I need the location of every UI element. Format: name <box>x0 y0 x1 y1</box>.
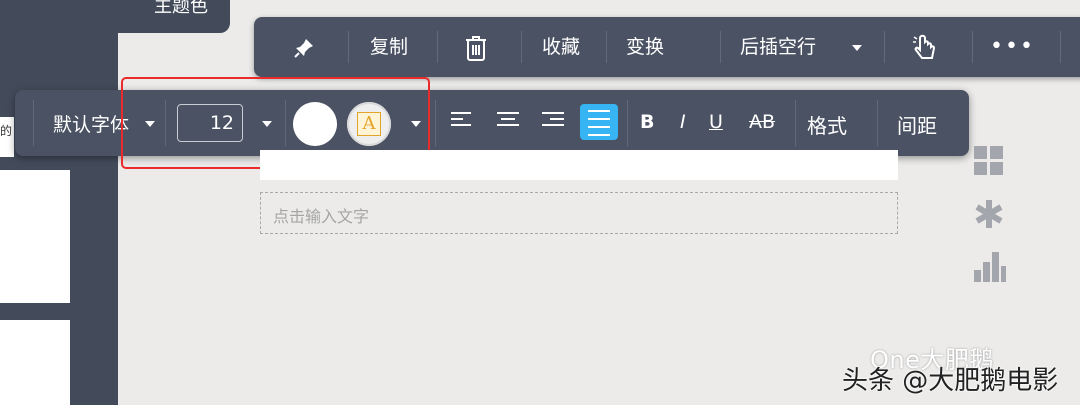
format-button[interactable]: 格式 <box>807 110 847 139</box>
layout-grid-icon[interactable] <box>974 146 1004 176</box>
slide-thumbnail[interactable] <box>0 170 70 303</box>
align-justify-icon[interactable] <box>580 104 618 140</box>
underline-button[interactable]: U <box>709 111 723 133</box>
text-input-box[interactable]: 点击输入文字 <box>260 192 898 234</box>
bold-button[interactable]: B <box>640 111 654 133</box>
hand-pointer-icon[interactable] <box>912 17 938 77</box>
asterisk-icon[interactable] <box>974 199 1004 229</box>
theme-color-tab[interactable]: 主题色 <box>0 0 230 33</box>
watermark-line2: 头条 @大肥鹅电影 <box>842 366 1059 396</box>
bar-chart-icon[interactable] <box>974 252 1006 282</box>
edge-text: 的 <box>0 124 13 138</box>
copy-button[interactable]: 复制 <box>370 17 408 77</box>
insert-row-after-button[interactable]: 后插空行 <box>740 17 816 77</box>
align-left-icon[interactable] <box>451 112 471 130</box>
italic-button[interactable]: I <box>680 111 686 133</box>
text-input-placeholder: 点击输入文字 <box>273 207 370 226</box>
align-right-icon[interactable] <box>542 112 564 130</box>
strikethrough-button[interactable]: AB <box>749 111 775 133</box>
pin-icon[interactable] <box>292 17 316 77</box>
chevron-down-icon[interactable] <box>852 45 862 51</box>
more-options-button[interactable]: ••• <box>990 17 1035 77</box>
delete-icon[interactable] <box>464 17 488 77</box>
text-block[interactable] <box>260 150 898 180</box>
context-toolbar: 复制 收藏 变换 后插空行 ••• <box>254 17 1080 77</box>
theme-color-label: 主题色 <box>154 0 208 17</box>
favorite-button[interactable]: 收藏 <box>542 17 580 77</box>
transform-button[interactable]: 变换 <box>626 17 664 77</box>
slide-thumbnail[interactable] <box>0 320 70 405</box>
spacing-button[interactable]: 间距 <box>897 110 937 139</box>
font-family-select[interactable]: 默认字体 <box>53 110 129 137</box>
align-center-icon[interactable] <box>497 112 519 130</box>
